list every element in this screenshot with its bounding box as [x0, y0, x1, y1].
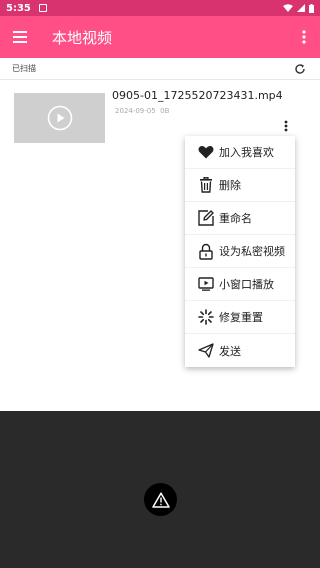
status-icons: [283, 3, 314, 13]
send-icon: [197, 342, 215, 360]
heart-icon: [197, 143, 215, 161]
menu-item-label: 删除: [219, 179, 241, 192]
menu-item-label: 加入我喜欢: [219, 146, 274, 159]
rename-icon: [197, 209, 215, 227]
app-bar: 本地视频: [0, 16, 320, 58]
wifi-icon: [283, 4, 293, 12]
video-date: 2024-09-05: [115, 107, 156, 115]
play-icon: [47, 105, 72, 131]
menu-item-label: 设为私密视频: [219, 245, 285, 258]
trash-icon: [197, 176, 215, 194]
lock-icon: [197, 242, 215, 260]
video-meta: 2024-09-05 0B: [115, 107, 169, 115]
context-menu: 加入我喜欢 删除 重命名 设为私密视频 小窗口播放 修复重置 发送: [185, 136, 295, 367]
item-more-icon[interactable]: [281, 119, 291, 133]
more-options-icon[interactable]: [288, 16, 320, 58]
video-filename: 0905-01_1725520723431.mp4: [112, 89, 283, 102]
scan-status-label: 已扫描: [12, 64, 36, 73]
menu-item-send[interactable]: 发送: [185, 334, 295, 367]
video-thumbnail[interactable]: [14, 93, 105, 143]
menu-item-repair[interactable]: 修复重置: [185, 301, 295, 334]
menu-item-label: 小窗口播放: [219, 278, 274, 291]
menu-item-delete[interactable]: 删除: [185, 169, 295, 202]
menu-item-label: 发送: [219, 344, 241, 358]
repair-icon: [197, 308, 215, 326]
scan-bar: 已扫描: [0, 58, 320, 80]
battery-icon: [309, 3, 314, 13]
status-time: 5:35: [6, 2, 31, 14]
menu-item-label: 重命名: [219, 212, 252, 225]
menu-item-label: 修复重置: [219, 311, 263, 324]
warning-icon: [144, 483, 177, 516]
page-title: 本地视频: [52, 28, 113, 47]
menu-item-favorite[interactable]: 加入我喜欢: [185, 136, 295, 169]
notification-icon: [38, 4, 47, 12]
menu-item-private[interactable]: 设为私密视频: [185, 235, 295, 268]
mini-window-icon: [197, 275, 215, 293]
menu-item-rename[interactable]: 重命名: [185, 202, 295, 235]
refresh-icon[interactable]: [292, 61, 308, 77]
video-player-area[interactable]: [0, 411, 320, 568]
menu-item-mini-window[interactable]: 小窗口播放: [185, 268, 295, 301]
video-size: 0B: [160, 107, 170, 115]
signal-icon: [297, 4, 305, 12]
status-bar: 5:35: [0, 0, 320, 16]
hamburger-menu-icon[interactable]: [0, 16, 40, 58]
